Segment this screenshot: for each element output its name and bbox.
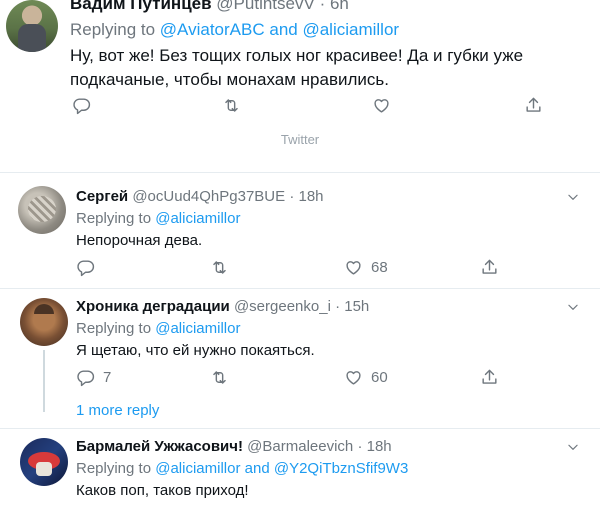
author-name[interactable]: Сергей [76, 188, 128, 205]
like-count: 68 [371, 259, 388, 276]
chevron-down-icon [566, 440, 580, 454]
author-handle[interactable]: @ocUud4QhPg37BUE [132, 188, 285, 205]
replying-to: Replying to @aliciamillor [76, 210, 240, 227]
tweet-text: Ну, вот же! Без тощих голых ног красивее… [70, 46, 524, 89]
separator: · [319, 0, 326, 13]
divider [0, 172, 600, 173]
reply-button[interactable]: 7 [76, 368, 111, 387]
timestamp[interactable]: 18h [367, 438, 392, 455]
more-options-button[interactable] [566, 300, 580, 319]
mention-link[interactable]: @aliciamillor [155, 460, 240, 477]
share-button[interactable] [480, 258, 499, 277]
like-button[interactable]: 60 [344, 368, 388, 387]
like-icon [344, 368, 363, 387]
tweet-header: Хроника деградации @sergeenko_i · 15h [76, 298, 369, 315]
replying-to: Replying to @aliciamillor [76, 320, 240, 337]
author-handle[interactable]: @PutintsevV [216, 0, 315, 13]
reply-button[interactable] [72, 96, 91, 115]
share-button[interactable] [524, 96, 543, 115]
author-handle[interactable]: @Barmaleevich [247, 438, 353, 455]
retweet-icon [210, 368, 229, 387]
retweet-icon [222, 96, 241, 115]
reply-count: 7 [103, 369, 112, 386]
separator: · [335, 298, 341, 315]
author-name[interactable]: Хроника деградации [76, 298, 230, 315]
tweet-header: Сергей @ocUud4QhPg37BUE · 18h [76, 188, 324, 205]
author-name[interactable]: Вадим Путинцев [70, 0, 212, 13]
avatar[interactable] [20, 438, 68, 486]
mention-link[interactable]: @aliciamillor [155, 210, 240, 227]
reply-tweet: Хроника деградации @sergeenko_i · 15h Re… [0, 290, 600, 425]
and-text: and [269, 20, 298, 39]
like-button[interactable]: 68 [344, 258, 388, 277]
author-handle[interactable]: @sergeenko_i [234, 298, 331, 315]
avatar[interactable] [18, 186, 66, 234]
source-label: Twitter [280, 132, 320, 147]
timestamp[interactable]: 6h [330, 0, 349, 13]
separator: · [357, 438, 363, 455]
replying-prefix: Replying to [70, 20, 156, 39]
replying-prefix: Replying to [76, 460, 152, 477]
show-more-replies-link[interactable]: 1 more reply [76, 402, 159, 419]
tweet-text: Непорочная дева. [76, 232, 203, 249]
share-button[interactable] [480, 368, 499, 387]
main-tweet: Вадим Путинцев @PutintsevV · 6h Replying… [0, 0, 600, 165]
retweet-icon [210, 258, 229, 277]
reply-icon [72, 96, 91, 115]
tweet-text: Я щетаю, что ей нужно покаяться. [76, 342, 315, 359]
reply-tweet: Сергей @ocUud4QhPg37BUE · 18h Replying t… [0, 180, 600, 288]
author-name[interactable]: Бармалей Ужжасович! [76, 438, 243, 455]
share-icon [524, 96, 543, 115]
like-icon [372, 96, 391, 115]
mention-link[interactable]: @aliciamillor [155, 320, 240, 337]
action-bar [0, 96, 600, 120]
share-icon [480, 368, 499, 387]
tweet-header: Вадим Путинцев @PutintsevV · 6h [70, 0, 349, 14]
and-text: and [244, 460, 270, 477]
like-icon [344, 258, 363, 277]
replying-prefix: Replying to [76, 210, 152, 227]
reply-icon [76, 258, 95, 277]
action-bar: 68 [0, 258, 600, 280]
retweet-button[interactable] [210, 368, 229, 387]
timestamp[interactable]: 15h [344, 298, 369, 315]
share-icon [480, 258, 499, 277]
reply-tweet: Бармалей Ужжасович! @Barmaleevich · 18h … [0, 430, 600, 510]
tweet-header: Бармалей Ужжасович! @Barmaleevich · 18h [76, 438, 392, 455]
chevron-down-icon [566, 300, 580, 314]
action-bar: 7 60 [0, 368, 600, 390]
divider [0, 288, 600, 289]
reply-button[interactable] [76, 258, 103, 277]
more-options-button[interactable] [566, 190, 580, 209]
reply-icon [76, 368, 95, 387]
retweet-button[interactable] [222, 96, 241, 115]
replying-to: Replying to @aliciamillor and @Y2QiTbznS… [76, 460, 408, 477]
mention-link[interactable]: @aliciamillor [302, 20, 399, 39]
mention-link[interactable]: @AviatorABC [160, 20, 265, 39]
timestamp[interactable]: 18h [298, 188, 323, 205]
replying-prefix: Replying to [76, 320, 152, 337]
like-button[interactable] [372, 96, 391, 115]
retweet-button[interactable] [210, 258, 229, 277]
separator: · [289, 188, 295, 205]
avatar[interactable] [20, 298, 68, 346]
divider [0, 428, 600, 429]
replying-to: Replying to @AviatorABC and @aliciamillo… [70, 20, 399, 40]
more-options-button[interactable] [566, 440, 580, 459]
tweet-text: Каков поп, таков приход! [76, 482, 249, 499]
avatar[interactable] [6, 0, 58, 52]
like-count: 60 [371, 369, 388, 386]
mention-link[interactable]: @Y2QiTbznSfif9W3 [274, 460, 408, 477]
chevron-down-icon [566, 190, 580, 204]
